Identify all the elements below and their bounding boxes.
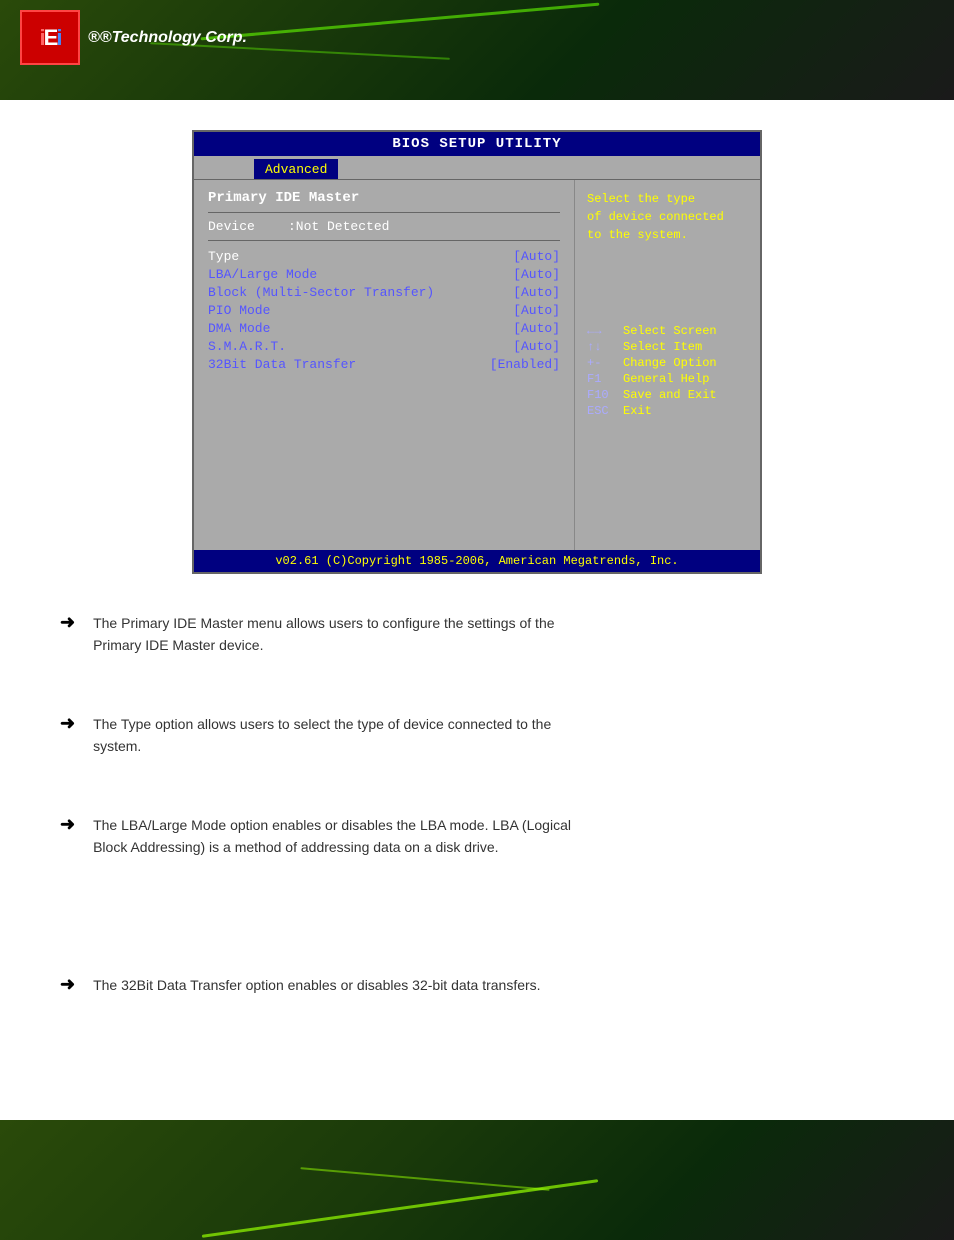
bios-setting-block[interactable]: Block (Multi-Sector Transfer) [Auto] [208, 285, 560, 300]
bios-setup-box: BIOS SETUP UTILITY Advanced Primary IDE … [192, 130, 762, 574]
arrow-icon-2: ➜ [60, 713, 75, 734]
shortcut-save-exit: F10 Save and Exit [587, 388, 748, 402]
footer [0, 1120, 954, 1240]
bios-title: BIOS SETUP UTILITY [392, 136, 561, 152]
text-section-1-line-1: The Primary IDE Master menu allows users… [93, 612, 894, 634]
bios-help-text: Select the type of device connected to t… [587, 190, 748, 244]
text-section-1: ➜ The Primary IDE Master menu allows use… [20, 604, 934, 665]
shortcut-general-help: F1 General Help [587, 372, 748, 386]
bios-body: Primary IDE Master Device :Not Detected … [194, 180, 760, 550]
bios-setting-type[interactable]: Type [Auto] [208, 249, 560, 264]
shortcut-desc-general-help: General Help [623, 372, 709, 386]
bios-device-label: Device [208, 219, 288, 234]
text-section-3-content: The LBA/Large Mode option enables or dis… [93, 814, 894, 859]
bios-footer: v02.61 (C)Copyright 1985-2006, American … [194, 550, 760, 572]
setting-name-block: Block (Multi-Sector Transfer) [208, 285, 434, 300]
shortcut-key-f1: F1 [587, 372, 617, 386]
setting-value-lba: [Auto] [513, 267, 560, 282]
bios-divider-2 [208, 240, 560, 241]
bios-shortcuts-area: ←→ Select Screen ↑↓ Select Item +- Chang… [587, 324, 748, 418]
shortcut-key-plusminus: +- [587, 356, 617, 370]
spacer-3 [20, 866, 934, 966]
header: iEi ®®Technology Corp. [0, 0, 954, 100]
shortcut-desc-exit: Exit [623, 404, 652, 418]
bios-left-panel: Primary IDE Master Device :Not Detected … [194, 180, 575, 550]
bios-tab-bar: Advanced [194, 156, 760, 180]
text-section-1-line-2: Primary IDE Master device. [93, 634, 894, 656]
shortcut-select-screen: ←→ Select Screen [587, 324, 748, 338]
arrow-icon-3: ➜ [60, 814, 75, 835]
bios-divider-1 [208, 212, 560, 213]
shortcut-desc-save-exit: Save and Exit [623, 388, 717, 402]
arrow-icon-4: ➜ [60, 974, 75, 995]
setting-value-dma: [Auto] [513, 321, 560, 336]
shortcut-select-item: ↑↓ Select Item [587, 340, 748, 354]
company-name: ®®Technology Corp. [88, 29, 247, 47]
text-sections: ➜ The Primary IDE Master menu allows use… [20, 604, 934, 1005]
text-section-2-line-1: The Type option allows users to select t… [93, 713, 894, 735]
logo-icon2: E [44, 25, 57, 51]
main-content: BIOS SETUP UTILITY Advanced Primary IDE … [0, 100, 954, 1100]
text-section-4-content: The 32Bit Data Transfer option enables o… [93, 974, 894, 996]
logo-box: iEi [20, 10, 80, 65]
setting-name-dma: DMA Mode [208, 321, 270, 336]
shortcut-desc-select-screen: Select Screen [623, 324, 717, 338]
text-section-3-line-1: The LBA/Large Mode option enables or dis… [93, 814, 894, 836]
setting-value-block: [Auto] [513, 285, 560, 300]
shortcut-key-updown: ↑↓ [587, 340, 617, 354]
spacer-1 [20, 665, 934, 705]
setting-value-32bit: [Enabled] [490, 357, 560, 372]
text-section-2: ➜ The Type option allows users to select… [20, 705, 934, 766]
bios-setting-pio[interactable]: PIO Mode [Auto] [208, 303, 560, 318]
logo-area: iEi ®®Technology Corp. [20, 10, 247, 65]
setting-name-type: Type [208, 249, 239, 264]
bios-device-row: Device :Not Detected [208, 219, 560, 234]
shortcut-key-arrows: ←→ [587, 324, 617, 338]
bios-setting-32bit[interactable]: 32Bit Data Transfer [Enabled] [208, 357, 560, 372]
text-section-3: ➜ The LBA/Large Mode option enables or d… [20, 806, 934, 867]
text-section-2-line-2: system. [93, 735, 894, 757]
registered-mark: ® [88, 29, 100, 46]
bios-title-bar: BIOS SETUP UTILITY [194, 132, 760, 156]
bios-setting-lba[interactable]: LBA/Large Mode [Auto] [208, 267, 560, 282]
bios-setting-smart[interactable]: S.M.A.R.T. [Auto] [208, 339, 560, 354]
text-section-4-line-1: The 32Bit Data Transfer option enables o… [93, 974, 894, 996]
logo-icon3: i [56, 25, 60, 51]
spacer-2 [20, 766, 934, 806]
setting-name-lba: LBA/Large Mode [208, 267, 317, 282]
bios-footer-text: v02.61 (C)Copyright 1985-2006, American … [275, 554, 678, 568]
bios-device-value: :Not Detected [288, 219, 389, 234]
shortcut-desc-select-item: Select Item [623, 340, 702, 354]
bios-section-title: Primary IDE Master [208, 190, 560, 206]
setting-name-pio: PIO Mode [208, 303, 270, 318]
shortcut-change-option: +- Change Option [587, 356, 748, 370]
text-section-3-line-2: Block Addressing) is a method of address… [93, 836, 894, 858]
bios-setting-dma[interactable]: DMA Mode [Auto] [208, 321, 560, 336]
footer-background [0, 1120, 954, 1240]
setting-name-smart: S.M.A.R.T. [208, 339, 286, 354]
bios-right-panel: Select the type of device connected to t… [575, 180, 760, 550]
shortcut-key-esc: ESC [587, 404, 617, 418]
shortcut-desc-change-option: Change Option [623, 356, 717, 370]
text-section-1-content: The Primary IDE Master menu allows users… [93, 612, 894, 657]
bios-tab-advanced[interactable]: Advanced [254, 159, 338, 179]
setting-value-pio: [Auto] [513, 303, 560, 318]
setting-name-32bit: 32Bit Data Transfer [208, 357, 356, 372]
shortcut-key-f10: F10 [587, 388, 617, 402]
setting-value-smart: [Auto] [513, 339, 560, 354]
text-section-4: ➜ The 32Bit Data Transfer option enables… [20, 966, 934, 1004]
arrow-icon-1: ➜ [60, 612, 75, 633]
setting-value-type: [Auto] [513, 249, 560, 264]
shortcut-exit: ESC Exit [587, 404, 748, 418]
text-section-2-content: The Type option allows users to select t… [93, 713, 894, 758]
